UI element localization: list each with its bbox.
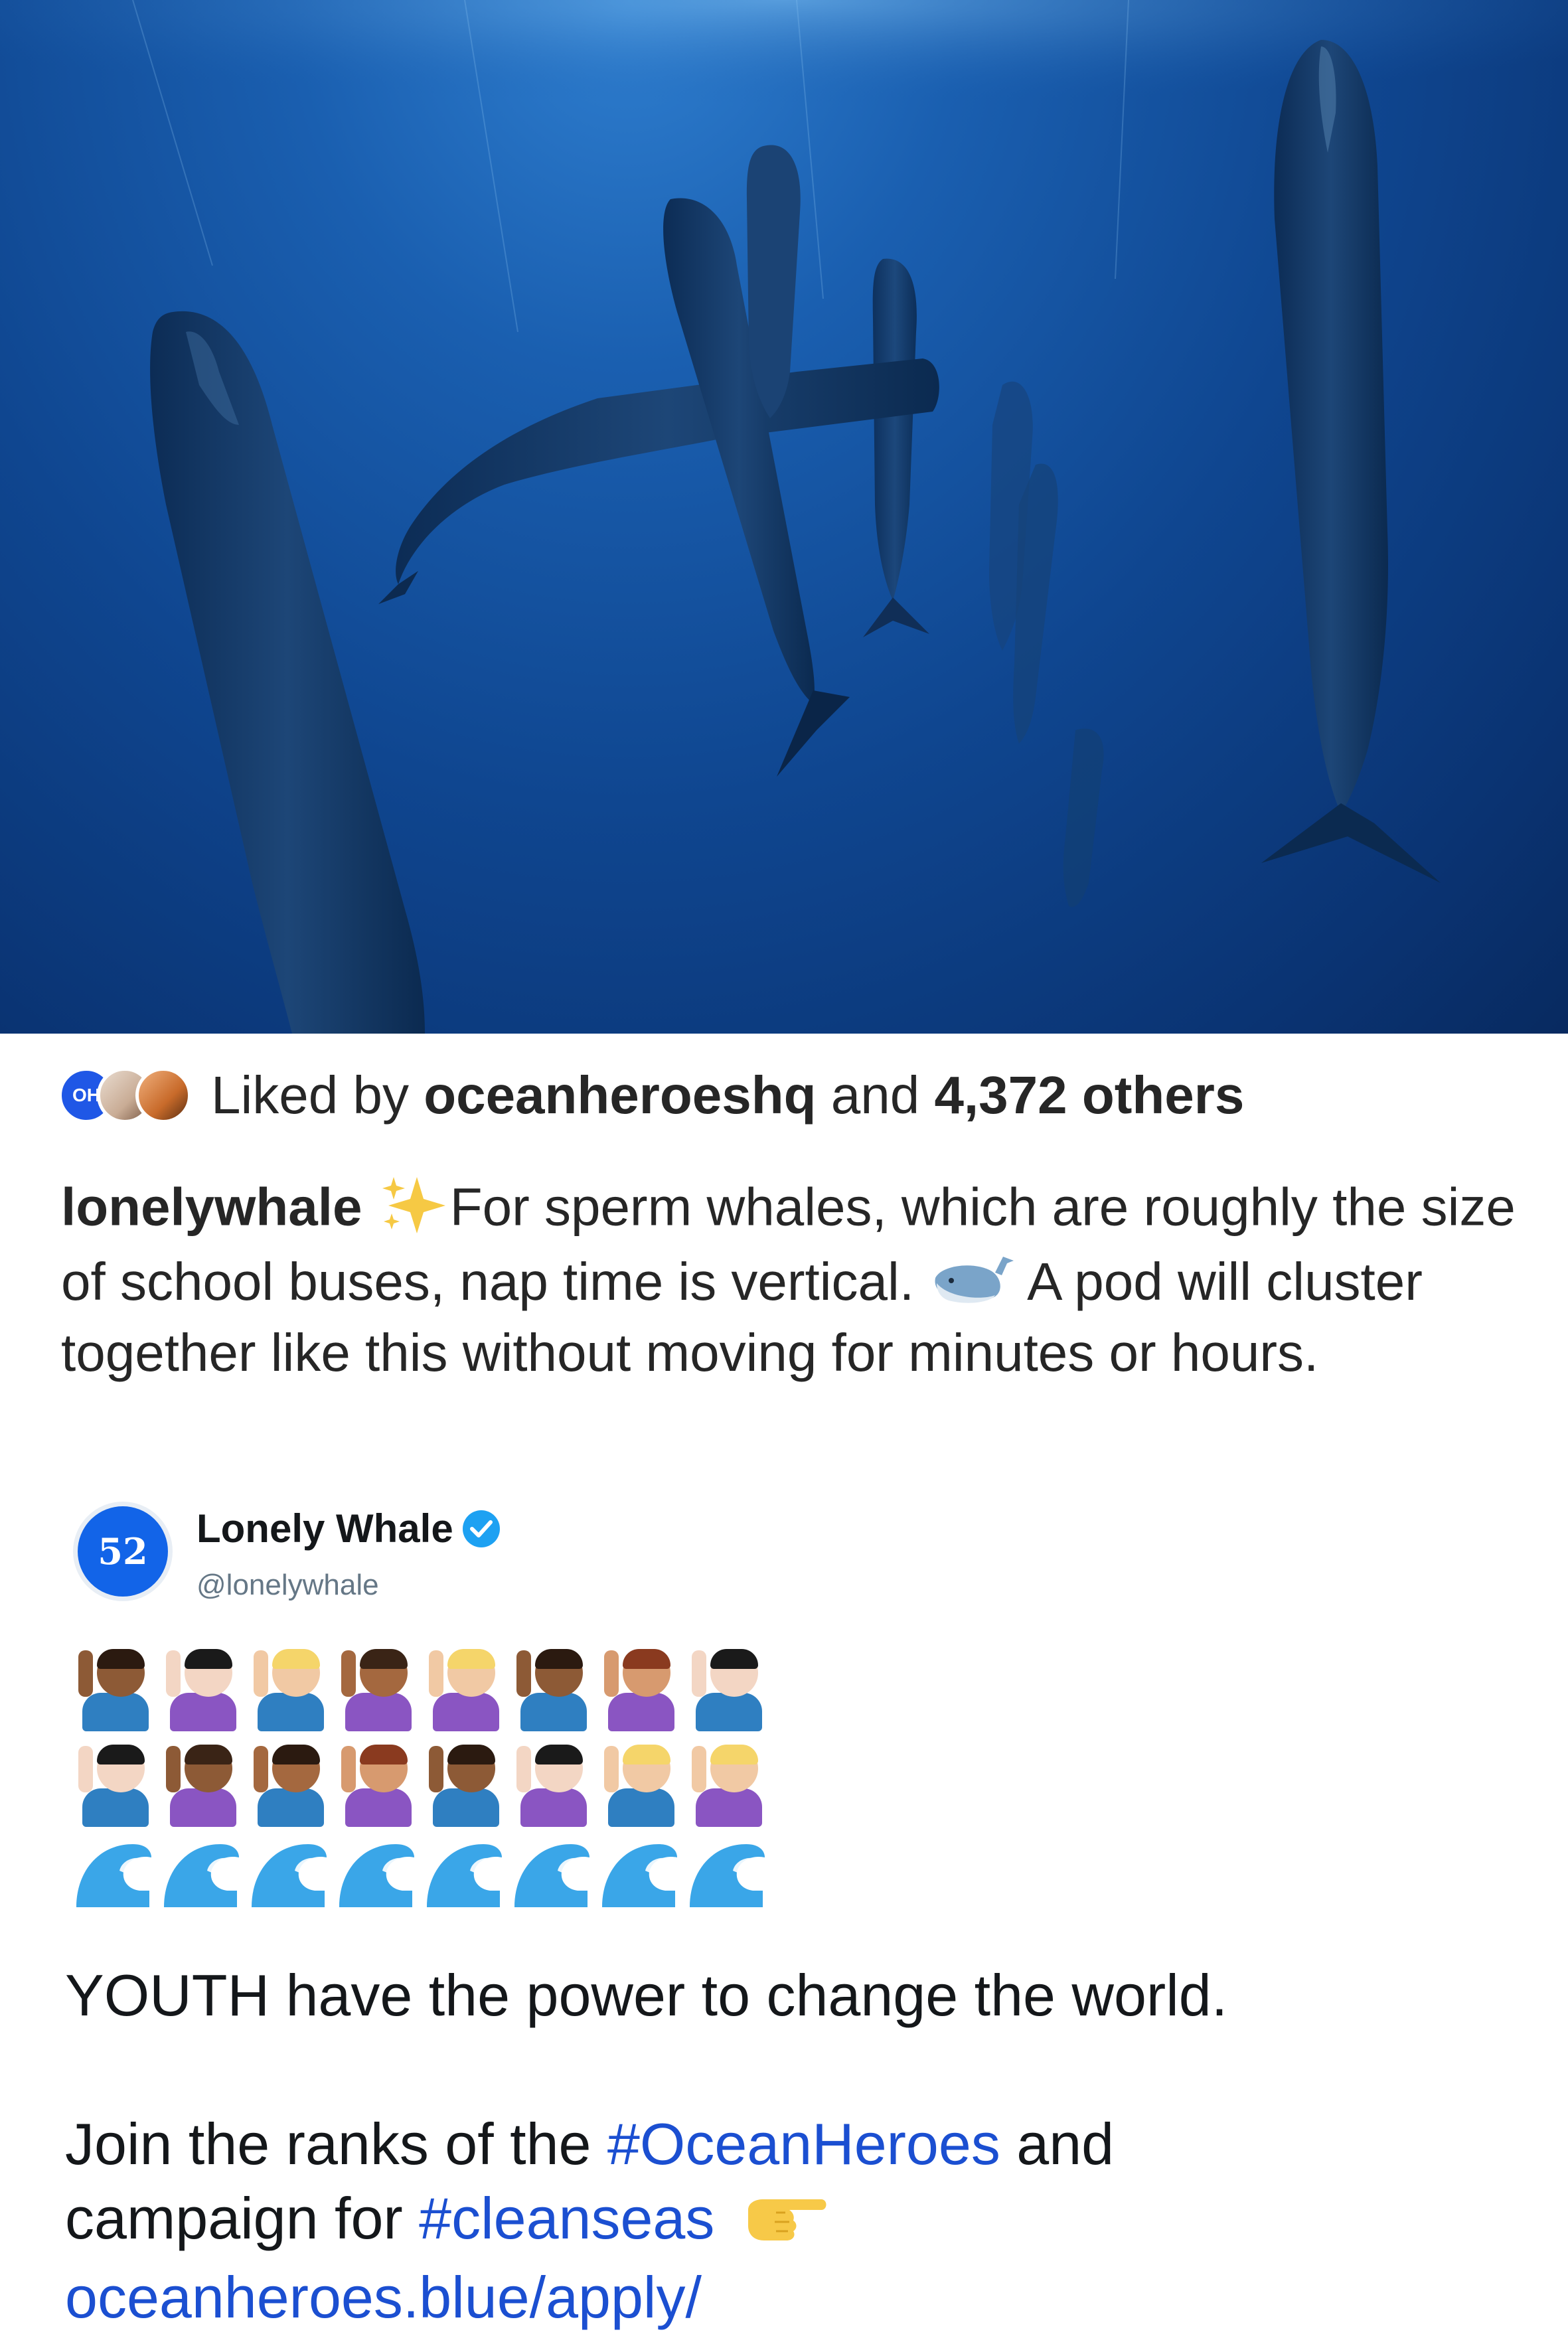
post-photo[interactable] — [0, 0, 1568, 1034]
pointing-right-icon — [743, 2186, 829, 2260]
tweet-display-name[interactable]: Lonely Whale — [196, 1506, 500, 1551]
person-raising-hand-icon — [161, 1646, 240, 1733]
person-raising-hand-icon — [336, 1742, 416, 1828]
person-raising-hand-icon — [599, 1742, 678, 1828]
person-raising-hand-icon — [424, 1742, 503, 1828]
liker-username[interactable]: oceanheroeshq — [424, 1065, 816, 1125]
tweet-handle[interactable]: @lonelywhale — [196, 1569, 500, 1602]
tweet-line: YOUTH have the power to change the world… — [65, 1962, 1228, 2028]
water-wave-icon — [161, 1838, 240, 1911]
emoji-grid — [73, 1646, 766, 1933]
emoji-row — [73, 1742, 766, 1828]
sparkles-icon — [377, 1174, 450, 1249]
water-wave-icon — [686, 1838, 766, 1911]
water-wave-icon — [599, 1838, 678, 1911]
likes-count[interactable]: 4,372 others — [934, 1065, 1244, 1125]
caption-username[interactable]: lonelywhale — [61, 1178, 362, 1237]
person-raising-hand-icon — [686, 1646, 766, 1733]
tweet-line: Join the ranks of the #OceanHeroes and — [65, 2111, 1115, 2177]
whale-icon — [929, 1251, 1015, 1320]
hashtag-oceanheroes[interactable]: #OceanHeroes — [607, 2111, 1000, 2177]
person-raising-hand-icon — [73, 1646, 153, 1733]
sperm-whales-photo — [0, 0, 1568, 1034]
likes-row[interactable]: OH Liked by oceanheroeshq and 4,372 othe… — [58, 1056, 1244, 1135]
water-wave-icon — [73, 1838, 153, 1911]
person-raising-hand-icon — [248, 1742, 328, 1828]
tweet-avatar[interactable]: 52 — [73, 1502, 173, 1601]
tweet-header[interactable]: 52 Lonely Whale @lonelywhale — [73, 1502, 500, 1602]
person-raising-hand-icon — [511, 1742, 591, 1828]
person-raising-hand-icon — [599, 1646, 678, 1733]
likes-text: Liked by oceanheroeshq and 4,372 others — [211, 1065, 1245, 1125]
person-raising-hand-icon — [511, 1646, 591, 1733]
verified-badge-icon — [462, 1510, 500, 1547]
liker-avatar[interactable] — [135, 1067, 191, 1123]
water-wave-icon — [336, 1838, 416, 1911]
tweet-text: YOUTH have the power to change the world… — [65, 1958, 1526, 2335]
person-raising-hand-icon — [73, 1742, 153, 1828]
water-wave-icon — [248, 1838, 328, 1911]
water-wave-icon — [424, 1838, 503, 1911]
apply-link[interactable]: oceanheroes.blue/apply/ — [65, 2260, 1526, 2335]
water-wave-icon — [511, 1838, 591, 1911]
person-raising-hand-icon — [248, 1646, 328, 1733]
emoji-row — [73, 1838, 766, 1924]
person-raising-hand-icon — [336, 1646, 416, 1733]
post-caption: lonelywhale For sperm whales, which are … — [61, 1174, 1522, 1386]
person-raising-hand-icon — [686, 1742, 766, 1828]
tweet-line: campaign for #cleanseas — [65, 2181, 1526, 2260]
emoji-row — [73, 1646, 766, 1733]
person-raising-hand-icon — [161, 1742, 240, 1828]
hashtag-cleanseas[interactable]: #cleanseas — [419, 2185, 714, 2251]
person-raising-hand-icon — [424, 1646, 503, 1733]
